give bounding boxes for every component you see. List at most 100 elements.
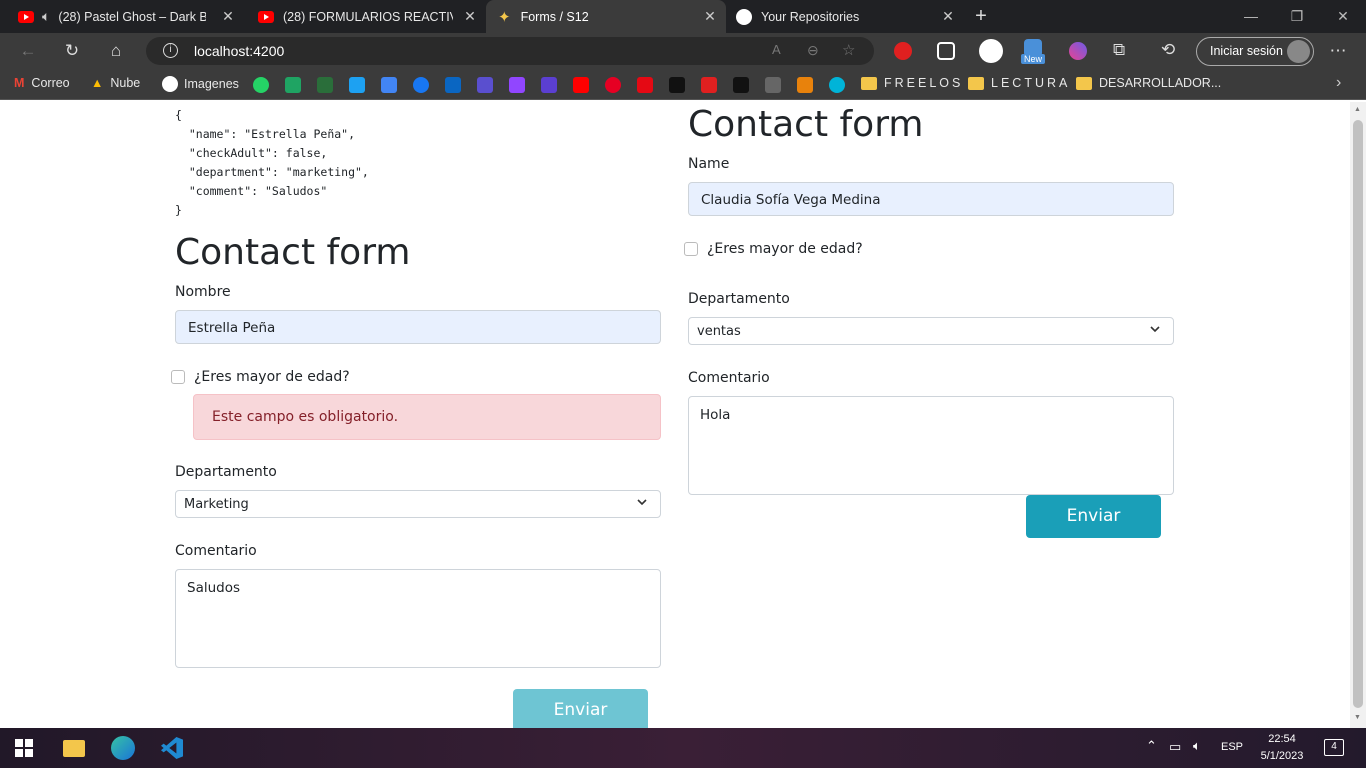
chevron-right-icon[interactable]: › xyxy=(1336,74,1341,92)
favorite-icon[interactable]: ☆ xyxy=(842,41,855,59)
pinterest-icon[interactable] xyxy=(605,77,621,93)
taskbar: ⌃ ▭ 🔈︎ ESP 22:54 5/1/2023 4 xyxy=(0,728,1366,768)
close-window-icon[interactable]: ✕ xyxy=(1320,0,1366,33)
bookmark-label: Correo xyxy=(31,76,70,90)
bookmark-label: DESARROLLADOR... xyxy=(1099,76,1222,90)
bookmark-folder-desarrollador[interactable]: DESARROLLADOR... xyxy=(1076,76,1221,90)
extensions-icon[interactable]: ⧉ xyxy=(1113,40,1125,60)
back-icon[interactable]: ← xyxy=(12,33,44,69)
form1-name-input[interactable]: Estrella Peña xyxy=(175,310,661,344)
facebook-icon[interactable] xyxy=(413,77,429,93)
show-hidden-icons-icon[interactable]: ⌃ xyxy=(1146,738,1157,754)
tab-formularios[interactable]: (28) FORMULARIOS REACTIVOS I ✕ xyxy=(244,0,486,33)
page-content: { "name": "Estrella Peña", "checkAdult":… xyxy=(0,102,1350,728)
form2-dept-select[interactable]: ventas xyxy=(688,317,1174,345)
avatar xyxy=(1287,40,1310,63)
signin-button[interactable]: Iniciar sesión xyxy=(1196,37,1314,66)
zoom-icon[interactable]: ⊖ xyxy=(807,42,819,59)
adblock-extension-icon[interactable] xyxy=(894,42,912,60)
refresh-icon[interactable]: ↻ xyxy=(56,33,88,69)
bookmark-label: FREELOS xyxy=(884,76,964,90)
info-icon: i xyxy=(163,43,178,58)
file-explorer-icon[interactable] xyxy=(50,728,98,768)
windows-start-icon[interactable] xyxy=(0,728,48,768)
form2-submit-button[interactable]: Enviar xyxy=(1026,495,1161,538)
notifications-icon[interactable]: 4 xyxy=(1324,739,1344,756)
downloader-icon[interactable] xyxy=(701,77,717,93)
form1-submit-button[interactable]: Enviar xyxy=(513,689,648,728)
restore-icon[interactable]: ❐ xyxy=(1274,0,1320,33)
vscode-icon[interactable] xyxy=(148,728,196,768)
edge-icon[interactable] xyxy=(99,728,147,768)
grid-app-icon[interactable] xyxy=(541,77,557,93)
close-tab-icon[interactable]: ✕ xyxy=(702,8,718,24)
form1-title: Contact form xyxy=(175,232,411,273)
scrollbar-thumb[interactable] xyxy=(1353,120,1363,708)
form1-comment-textarea[interactable]: Saludos xyxy=(175,569,661,668)
form1-adult-checkbox[interactable] xyxy=(171,370,185,384)
dev-tools-extension-icon[interactable] xyxy=(979,39,1003,63)
bookmarks-bar: M Correo ▲ Nube Imagenes FREELOS LECTURA D… xyxy=(0,69,1366,100)
volume-icon[interactable]: 🔈︎ xyxy=(1193,738,1201,754)
tab-repositories[interactable]: Your Repositories ✕ xyxy=(726,0,964,33)
minimize-icon[interactable]: — xyxy=(1228,0,1274,33)
tab-title: (28) FORMULARIOS REACTIVOS I xyxy=(283,9,453,24)
translate-icon[interactable] xyxy=(381,77,397,93)
form2-adult-checkbox[interactable] xyxy=(684,242,698,256)
clock-time[interactable]: 22:54 xyxy=(1266,733,1298,745)
new-badge: New xyxy=(1021,54,1046,64)
close-tab-icon[interactable]: ✕ xyxy=(940,8,956,24)
bookmark-imagenes[interactable]: Imagenes xyxy=(162,76,239,92)
read-aloud-icon[interactable]: A xyxy=(772,42,781,57)
clock-date[interactable]: 5/1/2023 xyxy=(1257,750,1307,762)
form2-dept-label: Departamento xyxy=(688,291,790,307)
download-icon[interactable] xyxy=(285,77,301,93)
scroll-up-icon[interactable]: ▲ xyxy=(1354,106,1361,113)
netflix-icon[interactable] xyxy=(637,77,653,93)
close-tab-icon[interactable]: ✕ xyxy=(462,8,478,24)
app-icon[interactable] xyxy=(477,77,493,93)
linkedin-icon[interactable] xyxy=(445,77,461,93)
youtube-icon xyxy=(258,10,274,23)
bookmark-correo[interactable]: M Correo xyxy=(14,76,70,90)
form2-name-input[interactable]: Claudia Sofía Vega Medina xyxy=(688,182,1174,216)
select-value: Marketing xyxy=(184,497,249,512)
tab-forms-s12[interactable]: ✦ Forms / S12 ✕ xyxy=(486,0,726,33)
whatsapp-icon[interactable] xyxy=(253,77,269,93)
page-scrollbar[interactable]: ▲ ▼ xyxy=(1350,102,1366,728)
form2-title: Contact form xyxy=(688,104,924,145)
language-indicator[interactable]: ESP xyxy=(1221,741,1243,753)
twitter-icon[interactable] xyxy=(349,77,365,93)
twitch-icon[interactable] xyxy=(509,77,525,93)
home-icon[interactable]: ⌂ xyxy=(100,33,132,69)
bookmark-folder-freelos[interactable]: FREELOS xyxy=(861,76,963,90)
folder-icon xyxy=(968,76,984,90)
bookmark-folder-lectura[interactable]: LECTURA xyxy=(968,76,1070,90)
close-tab-icon[interactable]: ✕ xyxy=(220,8,236,24)
form2-name-label: Name xyxy=(688,156,730,172)
picture-in-picture-icon[interactable] xyxy=(937,42,955,60)
ewe-icon[interactable] xyxy=(765,77,781,93)
more-options-icon[interactable]: ⋯ xyxy=(1322,33,1354,69)
scroll-down-icon[interactable]: ▼ xyxy=(1354,714,1361,721)
color-extension-icon[interactable] xyxy=(1069,42,1087,60)
form2-comment-textarea[interactable]: Hola xyxy=(688,396,1174,495)
tiktok-icon[interactable] xyxy=(733,77,749,93)
network-icon[interactable]: ▭ xyxy=(1169,739,1181,755)
canva-icon[interactable] xyxy=(829,77,845,93)
chevron-down-icon xyxy=(637,499,647,506)
bookmark-nube[interactable]: ▲ Nube xyxy=(91,76,140,90)
in-icon[interactable] xyxy=(797,77,813,93)
form1-adult-label: ¿Eres mayor de edad? xyxy=(194,369,350,385)
tab-pastel-ghost[interactable]: 🔈︎ (28) Pastel Ghost – Dark Beauty ✕ xyxy=(0,0,244,33)
tab-bar: 🔈︎ (28) Pastel Ghost – Dark Beauty ✕ (28… xyxy=(0,0,1366,33)
address-bar[interactable]: i localhost:4200 A ⊖ ☆ xyxy=(146,37,874,65)
youtube-icon[interactable] xyxy=(573,77,589,93)
form1-dept-select[interactable]: Marketing xyxy=(175,490,661,518)
bookmark-label: LECTURA xyxy=(991,76,1071,90)
st-icon[interactable] xyxy=(669,77,685,93)
tab-title: Your Repositories xyxy=(761,9,860,24)
new-tab-button[interactable]: + xyxy=(966,0,996,33)
collections-icon[interactable]: ⟲ xyxy=(1161,40,1175,60)
excel-icon[interactable] xyxy=(317,77,333,93)
